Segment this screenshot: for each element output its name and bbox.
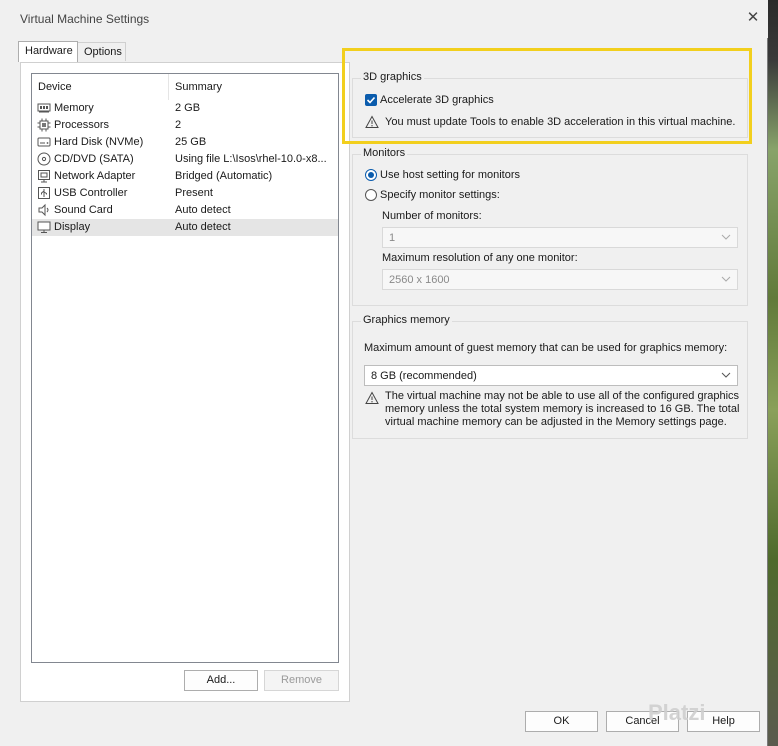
speaker-icon — [38, 203, 49, 217]
device-row-memory[interactable]: Memory 2 GB — [32, 100, 338, 117]
device-summary: Auto detect — [175, 221, 231, 233]
device-row-cd-dvd[interactable]: CD/DVD (SATA) Using file L:\Isos\rhel-10… — [32, 151, 338, 168]
tab-hardware[interactable]: Hardware — [18, 41, 78, 62]
remove-device-button[interactable]: Remove — [264, 670, 339, 691]
highlight-box — [342, 48, 752, 144]
group-graphics-memory: Graphics memory Maximum amount of guest … — [352, 314, 748, 439]
device-name: Memory — [54, 102, 94, 114]
device-summary: Present — [175, 187, 213, 199]
number-of-monitors-label: Number of monitors: — [382, 210, 482, 222]
column-header-device[interactable]: Device — [38, 81, 72, 93]
use-host-setting-label[interactable]: Use host setting for monitors — [380, 169, 520, 181]
column-divider[interactable] — [168, 74, 169, 100]
window-title: Virtual Machine Settings — [20, 12, 150, 26]
cd-dvd-icon — [37, 152, 51, 166]
watermark-logo: Platzi — [648, 700, 706, 725]
graphics-memory-warning-line: The virtual machine may not be able to u… — [385, 390, 740, 402]
monitor-icon — [37, 221, 51, 233]
vm-settings-dialog: Virtual Machine Settings ✕ Hardware Opti… — [0, 0, 768, 746]
specify-settings-label[interactable]: Specify monitor settings: — [380, 189, 500, 201]
max-resolution-select[interactable]: 2560 x 1600 — [382, 269, 738, 290]
processor-icon — [37, 118, 51, 132]
number-of-monitors-select[interactable]: 1 — [382, 227, 738, 248]
number-of-monitors-value: 1 — [389, 232, 396, 244]
radio-use-host-setting[interactable] — [365, 169, 377, 181]
device-summary: Using file L:\Isos\rhel-10.0-x8... — [175, 153, 327, 165]
add-device-button[interactable]: Add... — [184, 670, 258, 691]
graphics-memory-value: 8 GB (recommended) — [371, 370, 477, 382]
device-summary: 2 GB — [175, 102, 201, 114]
device-row-hard-disk[interactable]: Hard Disk (NVMe) 25 GB — [32, 134, 338, 151]
warning-icon — [365, 391, 379, 404]
graphics-memory-warning-line: virtual machine memory can be adjusted i… — [385, 416, 727, 428]
title-bar: Virtual Machine Settings ✕ — [0, 0, 768, 38]
ok-button[interactable]: OK — [525, 711, 598, 732]
device-summary: 25 GB — [175, 136, 207, 148]
device-row-processors[interactable]: Processors 2 — [32, 117, 338, 134]
device-row-display[interactable]: Display Auto detect — [32, 219, 338, 236]
group-title-monitors: Monitors — [361, 147, 408, 159]
graphics-memory-warning-line: memory unless the total system memory is… — [385, 403, 740, 415]
graphics-memory-warning: The virtual machine may not be able to u… — [385, 390, 739, 429]
max-resolution-value: 2560 x 1600 — [389, 274, 450, 286]
radio-specify-settings[interactable] — [365, 189, 377, 201]
chevron-down-icon — [721, 234, 731, 240]
chevron-down-icon — [721, 372, 731, 378]
device-name: Processors — [54, 119, 110, 131]
tab-options[interactable]: Options — [78, 42, 126, 61]
close-icon[interactable]: ✕ — [744, 9, 762, 27]
device-list[interactable]: Device Summary Memory 2 GB Processors 2 … — [31, 73, 339, 663]
device-row-network-adapter[interactable]: Network Adapter Bridged (Automatic) — [32, 168, 338, 185]
column-header-summary[interactable]: Summary — [175, 81, 222, 93]
device-summary: Auto detect — [175, 204, 231, 216]
hardware-panel: Device Summary Memory 2 GB Processors 2 … — [20, 62, 350, 702]
group-title-graphics-memory: Graphics memory — [361, 314, 452, 326]
device-row-sound-card[interactable]: Sound Card Auto detect — [32, 202, 338, 219]
hard-disk-icon — [37, 137, 51, 147]
graphics-memory-select[interactable]: 8 GB (recommended) — [364, 365, 738, 386]
graphics-memory-label: Maximum amount of guest memory that can … — [364, 342, 728, 354]
desktop-background-right — [768, 0, 778, 746]
device-row-usb-controller[interactable]: USB Controller Present — [32, 185, 338, 202]
device-name: Display — [54, 221, 91, 233]
device-name: Hard Disk (NVMe) — [54, 136, 144, 148]
device-name: CD/DVD (SATA) — [54, 153, 134, 165]
group-monitors: Monitors Use host setting for monitors S… — [352, 147, 748, 306]
network-adapter-icon — [38, 170, 50, 183]
max-resolution-label: Maximum resolution of any one monitor: — [382, 252, 578, 264]
device-name: Sound Card — [54, 204, 113, 216]
device-name: USB Controller — [54, 187, 128, 199]
chevron-down-icon — [721, 276, 731, 282]
memory-icon — [37, 103, 51, 113]
device-summary: 2 — [175, 119, 182, 131]
device-name: Network Adapter — [54, 170, 136, 182]
device-summary: Bridged (Automatic) — [175, 170, 273, 182]
device-list-header: Device Summary — [32, 74, 338, 100]
usb-icon — [38, 187, 50, 199]
